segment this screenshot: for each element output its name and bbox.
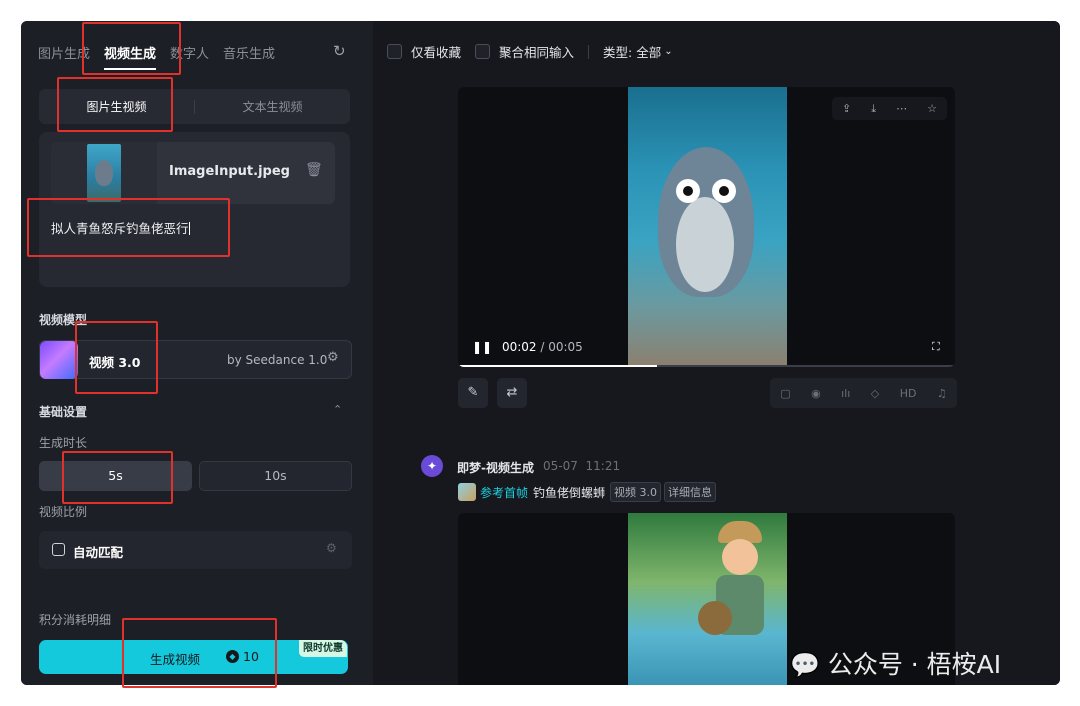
tab-video-generation[interactable]: 视频生成 xyxy=(104,43,157,70)
type-filter-dropdown[interactable]: 类型: 全部 ⌄ xyxy=(603,42,673,61)
ratio-value: 自动匹配 xyxy=(73,545,124,560)
watermark: 💬 公众号 · 梧桉AI xyxy=(790,645,1001,681)
checkbox-icon xyxy=(387,44,402,59)
generation-tabs: 图片生成 视频生成 数字人 音乐生成 xyxy=(38,43,289,70)
model-provider: by Seedance 1.0 xyxy=(227,353,328,367)
model-section-label: 视频模型 xyxy=(39,313,88,327)
tune-icon[interactable]: ⚙ xyxy=(327,350,339,365)
hd-button[interactable]: HD xyxy=(900,387,917,400)
type-filter-label: 类型: 全部 xyxy=(603,45,662,60)
duration-5s-button[interactable]: 5s xyxy=(39,461,192,491)
record-timestamp: 05-07 11:21 xyxy=(543,459,620,473)
aspect-ratio-icon xyxy=(52,543,65,556)
refresh-icon[interactable]: ↻ xyxy=(333,42,346,60)
text-caret xyxy=(188,222,190,235)
enhance-tools: ▢ ◉ ılı ◇ HD ♫ xyxy=(770,378,957,408)
duration-label: 生成时长 xyxy=(39,436,88,450)
more-icon[interactable]: ⋯ xyxy=(896,102,907,115)
audio-icon[interactable]: ılı xyxy=(841,387,850,400)
upload-icon[interactable]: ⇪ xyxy=(842,102,851,115)
total-duration: 00:05 xyxy=(548,340,583,354)
app-window: 图片生成 视频生成 数字人 音乐生成 ↻ 图片生视频 文本生视频 ImageIn… xyxy=(21,21,1060,685)
video-frame xyxy=(628,87,787,367)
filter-bar: 仅看收藏 聚合相同输入 类型: 全部 ⌄ xyxy=(387,42,687,61)
favorites-only-checkbox[interactable]: 仅看收藏 xyxy=(387,42,461,61)
basic-settings-label: 基础设置 xyxy=(39,405,88,419)
ratio-label: 视频比例 xyxy=(39,505,88,519)
fish-eye-right xyxy=(712,179,736,203)
pause-icon[interactable]: ❚❚ xyxy=(472,340,492,354)
star-icon[interactable]: ☆ xyxy=(927,102,937,115)
interpolate-icon[interactable]: ◇ xyxy=(871,387,879,400)
cost-detail-label[interactable]: 积分消耗明细 xyxy=(39,611,111,628)
file-name: ImageInput.jpeg xyxy=(169,164,290,179)
record-date: 05-07 xyxy=(543,459,578,473)
left-panel: 图片生成 视频生成 数字人 音乐生成 ↻ 图片生视频 文本生视频 ImageIn… xyxy=(21,21,371,685)
video-frame xyxy=(628,513,787,685)
reference-frame-thumbnail[interactable] xyxy=(458,483,476,501)
music-icon[interactable]: ♫ xyxy=(937,387,947,400)
fish-belly xyxy=(676,197,734,292)
current-time: 00:02 xyxy=(501,340,537,354)
checkbox-icon xyxy=(475,44,491,59)
favorites-only-label: 仅看收藏 xyxy=(411,45,462,60)
watermark-text: 公众号 · 梧桉AI xyxy=(827,650,1002,679)
progress-bar[interactable] xyxy=(458,365,955,367)
model-name: 视频 3.0 xyxy=(89,355,141,370)
thumbnail-fish xyxy=(95,160,113,186)
generate-cost: 10 xyxy=(243,649,259,664)
prompt-card: ImageInput.jpeg 🗑 拟人青鱼怒斥钓鱼佬恶行 xyxy=(39,132,350,287)
loop-icon[interactable]: ⇄ xyxy=(497,378,527,408)
merge-same-input-label: 聚合相同输入 xyxy=(499,45,575,60)
merge-same-input-checkbox[interactable]: 聚合相同输入 xyxy=(475,42,574,61)
tab-music-generation[interactable]: 音乐生成 xyxy=(223,43,275,62)
thumbnail-image xyxy=(87,144,121,202)
frame-icon[interactable]: ▢ xyxy=(780,387,790,400)
fullscreen-icon[interactable]: ⛶ xyxy=(932,340,940,354)
reference-frame-label[interactable]: 参考首帧 xyxy=(480,484,528,501)
record-author: 即梦-视频生成 xyxy=(457,461,534,475)
chevron-up-icon[interactable]: ⌃ xyxy=(333,403,342,416)
video-player[interactable]: ⇪ ⤓ ⋯ ☆ ❚❚ 00:02 / 00:05 ⛶ xyxy=(458,87,955,367)
tab-digital-human[interactable]: 数字人 xyxy=(170,43,209,62)
wechat-icon: 💬 xyxy=(790,651,820,679)
record-meta: 参考首帧 钓鱼佬倒螺蛳 视频 3.0 详细信息 xyxy=(458,482,719,502)
lip-sync-icon[interactable]: ◉ xyxy=(811,387,821,400)
credit-icon: ◆ xyxy=(226,650,239,663)
model-logo-icon xyxy=(40,341,78,379)
details-tag[interactable]: 详细信息 xyxy=(664,482,717,502)
character-face xyxy=(722,539,758,575)
dreamina-avatar: ✦ xyxy=(421,455,443,477)
time-separator: / xyxy=(540,340,545,354)
download-icon[interactable]: ⤓ xyxy=(871,102,876,116)
playback-info: ❚❚ 00:02 / 00:05 xyxy=(472,340,583,354)
tab-image-to-video[interactable]: 图片生视频 xyxy=(39,98,194,115)
pen-icon[interactable]: ✎ xyxy=(458,378,488,408)
uploaded-file: ImageInput.jpeg 🗑 xyxy=(51,142,335,204)
snail-basket xyxy=(698,601,732,635)
model-tag[interactable]: 视频 3.0 xyxy=(610,482,662,502)
trash-icon[interactable]: 🗑 xyxy=(305,162,323,178)
promo-badge: 限时优惠 xyxy=(299,640,347,657)
tab-image-generation[interactable]: 图片生成 xyxy=(38,43,90,62)
duration-10s-button[interactable]: 10s xyxy=(199,461,352,491)
model-selector[interactable]: 视频 3.0 by Seedance 1.0 ⚙ xyxy=(39,340,352,379)
tune-icon[interactable]: ⚙ xyxy=(326,541,337,555)
record-prompt: 钓鱼佬倒螺蛳 xyxy=(533,485,606,500)
tab-text-to-video[interactable]: 文本生视频 xyxy=(195,98,350,115)
generate-label: 生成视频 xyxy=(150,652,201,667)
chevron-down-icon: ⌄ xyxy=(664,46,673,57)
prompt-input[interactable]: 拟人青鱼怒斥钓鱼佬恶行 xyxy=(51,218,190,237)
record-time: 11:21 xyxy=(585,459,621,473)
prompt-text: 拟人青鱼怒斥钓鱼佬恶行 xyxy=(51,221,189,236)
divider xyxy=(588,44,590,59)
video-toolbar: ⇪ ⤓ ⋯ ☆ xyxy=(832,97,947,120)
right-panel: 仅看收藏 聚合相同输入 类型: 全部 ⌄ ⇪ ⤓ ⋯ ☆ ❚❚ 00:02 / … xyxy=(373,21,1060,685)
uploaded-image-thumbnail[interactable] xyxy=(51,142,157,204)
fish-eye-left xyxy=(676,179,700,203)
ratio-selector[interactable]: 自动匹配 ⚙ xyxy=(39,531,352,569)
progress-fill xyxy=(458,365,657,367)
mode-segmented-control: 图片生视频 文本生视频 xyxy=(39,89,350,124)
